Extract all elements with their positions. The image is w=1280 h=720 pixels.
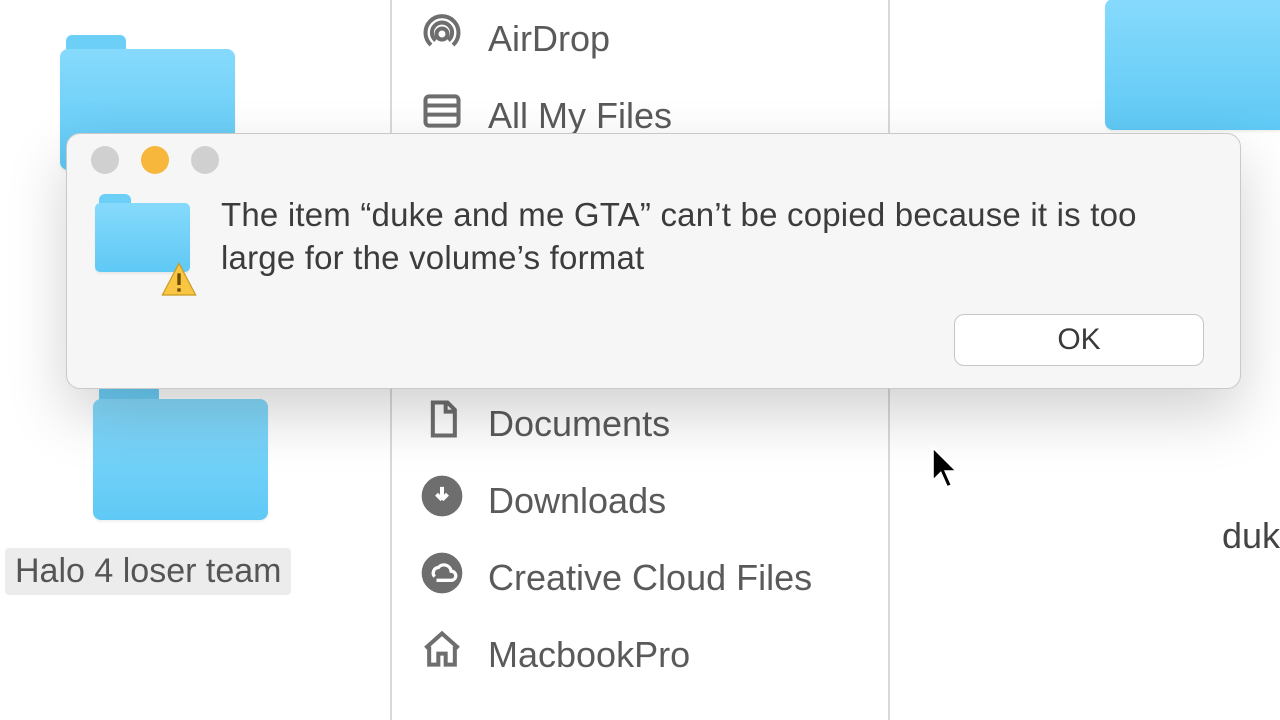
folder-icon: [1105, 0, 1280, 130]
folder-label-partial: duk: [1222, 515, 1280, 557]
sidebar-item-home[interactable]: MacbookPro: [392, 616, 888, 693]
ok-button[interactable]: OK: [954, 314, 1204, 366]
documents-icon: [420, 397, 464, 450]
sidebar-item-downloads[interactable]: Downloads: [392, 462, 888, 539]
window-zoom-button[interactable]: [191, 146, 219, 174]
dialog-folder-warning-icon: [95, 194, 195, 294]
desktop-folder-right[interactable]: [1105, 0, 1280, 130]
window-minimize-button[interactable]: [141, 146, 169, 174]
sidebar-item-label: All My Files: [488, 95, 672, 137]
sidebar-item-label: MacbookPro: [488, 634, 690, 676]
error-dialog: The item “duke and me GTA” can’t be copi…: [66, 133, 1241, 389]
creative-cloud-icon: [420, 551, 464, 604]
folder-icon: [93, 385, 268, 520]
folder-label: Halo 4 loser team: [5, 548, 291, 595]
warning-badge-icon: [157, 260, 201, 300]
airdrop-icon: [420, 12, 464, 65]
sidebar-item-label: Creative Cloud Files: [488, 557, 812, 599]
sidebar-item-label: AirDrop: [488, 18, 610, 60]
home-icon: [420, 628, 464, 681]
sidebar-item-creative-cloud[interactable]: Creative Cloud Files: [392, 539, 888, 616]
sidebar-item-label: Downloads: [488, 480, 666, 522]
dialog-titlebar: [67, 134, 1240, 186]
dialog-message: The item “duke and me GTA” can’t be copi…: [221, 194, 1206, 294]
mouse-cursor-icon: [930, 446, 964, 490]
downloads-icon: [420, 474, 464, 527]
window-close-button[interactable]: [91, 146, 119, 174]
sidebar-item-airdrop[interactable]: AirDrop: [392, 0, 888, 77]
sidebar-item-label: Documents: [488, 403, 670, 445]
desktop-folder-halo4[interactable]: Halo 4 loser team: [5, 385, 291, 595]
sidebar-item-documents[interactable]: Documents: [392, 385, 888, 462]
